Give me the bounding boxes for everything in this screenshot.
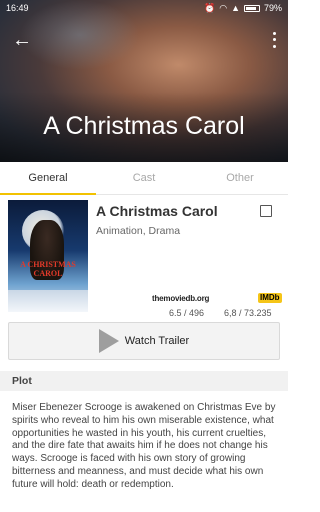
movie-title: A Christmas Carol: [96, 203, 218, 219]
back-arrow-icon[interactable]: ←: [10, 28, 34, 52]
plot-header: Plot: [0, 371, 288, 391]
tab-cast[interactable]: Cast: [96, 162, 192, 194]
watchlist-checkbox[interactable]: [260, 205, 272, 217]
tmdb-score: 6.5 / 496: [169, 308, 205, 318]
poster-title: A CHRISTMAS CAROL: [20, 260, 76, 278]
plot-text: Miser Ebenezer Scrooge is awakened on Ch…: [12, 402, 276, 490]
tab-other[interactable]: Other: [192, 162, 288, 194]
status-icons: ⏰ ◠ ▲ 79%: [204, 3, 282, 14]
more-vert-icon[interactable]: [268, 30, 280, 50]
alarm-icon: ⏰: [203, 2, 216, 13]
signal-icon: ▲: [231, 3, 240, 13]
imdb-score: 6,8 / 73.235: [224, 308, 272, 318]
tmdb-logo: themoviedb.org: [152, 294, 210, 303]
watch-trailer-label: Watch Trailer: [124, 335, 190, 347]
movie-poster[interactable]: A CHRISTMAS CAROL: [8, 200, 88, 312]
poster-snow: [8, 290, 88, 312]
movie-genres: Animation, Drama: [96, 225, 181, 237]
imdb-logo: IMDb: [258, 293, 282, 303]
backdrop-image: 16:49 ⏰ ◠ ▲ 79% ← A Christmas Carol: [0, 0, 288, 162]
battery-icon: [243, 4, 260, 12]
tab-general[interactable]: General: [0, 162, 96, 195]
battery-percent: 79%: [263, 3, 282, 13]
status-bar: 16:49 ⏰ ◠ ▲ 79%: [0, 0, 288, 16]
page-title: A Christmas Carol: [43, 112, 245, 140]
watch-trailer-button[interactable]: Watch Trailer: [8, 322, 280, 360]
tab-bar: General Cast Other: [0, 162, 288, 195]
play-icon: [98, 329, 119, 353]
wifi-icon: ◠: [219, 2, 228, 13]
status-time: 16:49: [6, 3, 29, 13]
